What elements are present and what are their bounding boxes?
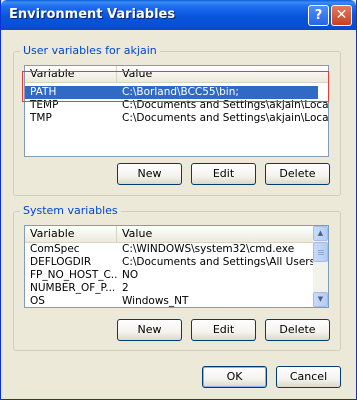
window-title: Environment Variables [9,7,176,22]
variable-name: OS [30,295,45,307]
user-variables-label: User variables for akjain [20,44,160,57]
variable-name: NUMBER_OF_P... [30,282,116,294]
variable-value: C:\Documents and Settings\akjain\Local..… [122,112,329,124]
system-new-button[interactable]: New [117,319,182,341]
vertical-scrollbar[interactable]: ▲ ▼ [313,226,328,307]
list-item[interactable]: DEFLOGDIR C:\Documents and Settings\All … [25,256,315,269]
user-delete-button[interactable]: Delete [265,163,330,185]
variable-value: NO [122,269,139,281]
list-item[interactable]: FP_NO_HOST_C... NO [25,269,315,282]
system-variables-header: Variable Value [25,226,328,243]
list-item[interactable]: TEMP C:\Documents and Settings\akjain\Lo… [25,99,328,112]
environment-variables-dialog: Environment Variables ? ✕ User variables… [0,0,357,400]
variable-name: TEMP [30,99,59,111]
variable-value: Windows_NT [122,295,189,307]
list-item[interactable]: TMP C:\Documents and Settings\akjain\Loc… [25,112,328,125]
close-button[interactable]: ✕ [331,5,352,26]
scroll-up-icon[interactable]: ▲ [313,226,328,241]
scroll-down-icon[interactable]: ▼ [313,292,328,307]
user-edit-button[interactable]: Edit [191,163,256,185]
column-header-value[interactable]: Value [117,226,315,243]
variable-value: C:\Documents and Settings\akjain\Local..… [122,99,329,111]
user-new-button[interactable]: New [117,163,182,185]
column-header-variable[interactable]: Variable [25,66,117,83]
variable-value: C:\Documents and Settings\All Users\A... [122,256,314,268]
column-header-variable[interactable]: Variable [25,226,117,243]
variable-value: C:\Borland\BCC55\bin; [122,86,239,98]
system-edit-button[interactable]: Edit [191,319,256,341]
user-variables-header: Variable Value [25,66,328,83]
variable-value: C:\WINDOWS\system32\cmd.exe [122,243,295,255]
list-item[interactable]: ComSpec C:\WINDOWS\system32\cmd.exe [25,243,315,256]
system-delete-button[interactable]: Delete [265,319,330,341]
scroll-thumb[interactable] [313,242,328,262]
variable-name: DEFLOGDIR [30,256,92,268]
column-header-value[interactable]: Value [117,66,328,83]
title-bar[interactable]: Environment Variables ? ✕ [1,0,356,30]
variable-name: TMP [30,112,52,124]
cancel-button[interactable]: Cancel [276,366,341,388]
ok-button[interactable]: OK [202,366,267,388]
list-item[interactable]: NUMBER_OF_P... 2 [25,282,315,295]
variable-value: 2 [122,282,129,294]
list-item[interactable]: PATH C:\Borland\BCC55\bin; [25,86,318,99]
system-variables-list[interactable]: Variable Value ComSpec C:\WINDOWS\system… [24,225,329,308]
variable-name: FP_NO_HOST_C... [30,269,118,281]
list-item[interactable]: OS Windows_NT [25,295,315,307]
user-variables-list[interactable]: Variable Value PATH C:\Borland\BCC55\bin… [24,65,329,157]
help-button[interactable]: ? [308,5,329,26]
system-variables-label: System variables [20,204,121,217]
variable-name: PATH [30,86,57,98]
variable-name: ComSpec [30,243,80,255]
